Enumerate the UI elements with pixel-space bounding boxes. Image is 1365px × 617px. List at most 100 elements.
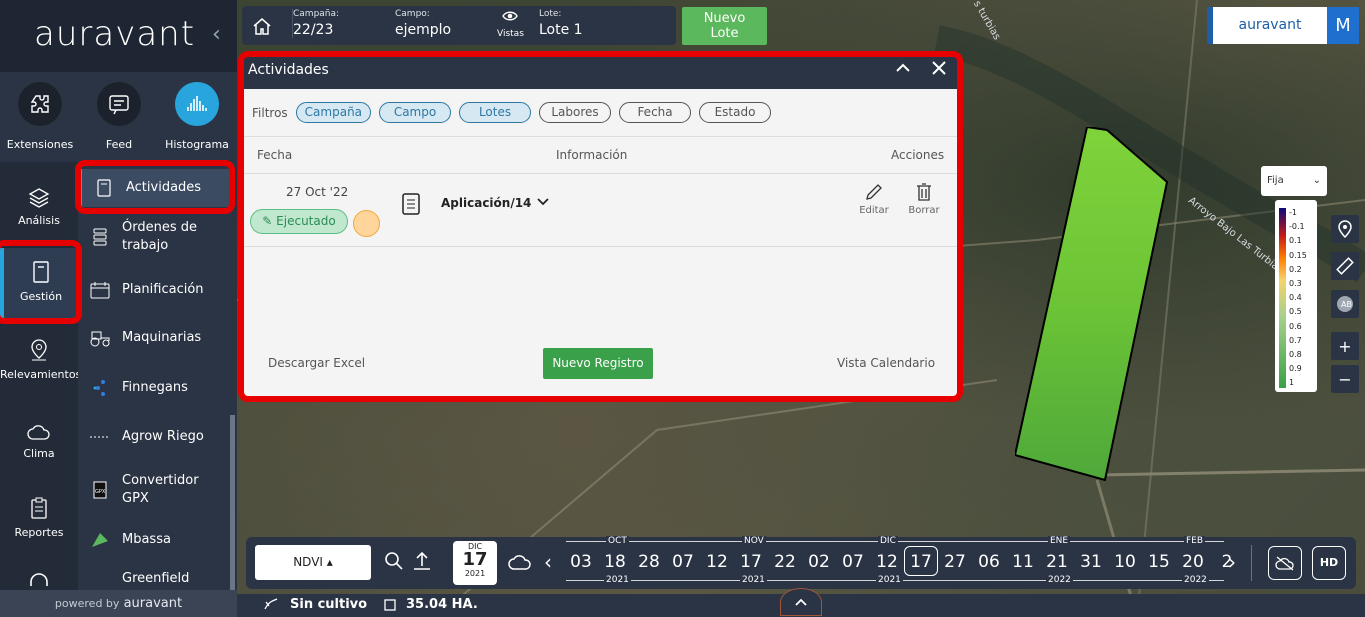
download-excel-link[interactable]: Descargar Excel	[268, 356, 365, 370]
nav-clima[interactable]: Clima	[0, 405, 78, 475]
tool-extensiones[interactable]: Extensiones	[0, 82, 80, 151]
upload-button[interactable]	[412, 550, 432, 576]
submenu-label: Greenfield	[122, 571, 190, 586]
search-button[interactable]	[384, 551, 404, 575]
filter-campo[interactable]: Campo	[379, 102, 452, 123]
hd-toggle[interactable]: HD	[1312, 546, 1346, 580]
activity-name[interactable]: Aplicación/14	[441, 196, 550, 210]
tool-histograma[interactable]: Histograma	[157, 82, 237, 151]
submenu-scrollbar[interactable]	[230, 415, 235, 590]
brand-bar: auravant ‹	[0, 0, 237, 72]
timeline-date[interactable]: 27	[938, 552, 972, 572]
timeline-date[interactable]: 21	[1040, 552, 1074, 572]
submenu-label: Agrow Riego	[122, 429, 204, 444]
campo-selector[interactable]: Campo: ejemplo	[395, 9, 495, 38]
collapse-sidebar-button[interactable]: ‹	[212, 22, 221, 47]
submenu-label: Maquinarias	[122, 330, 202, 345]
legend-tick: -1	[1289, 208, 1297, 217]
histogram-icon	[175, 82, 219, 126]
timeline-date[interactable]: 20	[1176, 552, 1210, 572]
ruler-button[interactable]	[1331, 252, 1359, 280]
zoom-out-button[interactable]: −	[1331, 365, 1359, 393]
filter-lotes[interactable]: Lotes	[459, 102, 532, 123]
timeline-next-button[interactable]: ›	[1228, 550, 1236, 574]
timeline-date[interactable]: 03	[564, 552, 598, 572]
nav-analisis[interactable]: Análisis	[0, 172, 78, 242]
index-selector[interactable]: NDVI ▴	[255, 545, 371, 580]
main-nav: Análisis Gestión Relevamientos Clima Rep…	[0, 162, 82, 590]
status-dot	[353, 210, 380, 237]
filter-labores[interactable]: Labores	[539, 102, 612, 123]
nav-label: Reportes	[14, 526, 64, 539]
tool-feed[interactable]: Feed	[79, 82, 159, 151]
submenu-label: Mbassa	[122, 532, 171, 547]
nav-label: Relevamientos	[0, 368, 82, 381]
delete-button[interactable]: Borrar	[904, 182, 944, 216]
submenu-planificacion[interactable]: Planificación	[78, 272, 230, 308]
nav-reportes[interactable]: Reportes	[0, 484, 78, 554]
submenu-label: Órdenes de trabajo	[122, 220, 197, 253]
new-record-button[interactable]: Nuevo Registro	[543, 348, 653, 379]
edit-button[interactable]: Editar	[854, 182, 894, 216]
nav-gestion[interactable]: Gestión	[0, 248, 78, 318]
submenu-agrow-riego[interactable]: Agrow Riego	[78, 419, 230, 455]
divider	[1251, 545, 1252, 581]
legend-color-bar	[1279, 208, 1286, 388]
timeline-date[interactable]: 07	[666, 552, 700, 572]
expand-panel-button[interactable]	[780, 588, 822, 616]
field-ndvi-polygon[interactable]	[1015, 127, 1170, 482]
mbassa-icon	[78, 531, 122, 549]
nav-relevamientos[interactable]: Relevamientos	[0, 326, 82, 396]
submenu-finnegans[interactable]: Finnegans	[78, 370, 230, 406]
timeline-date[interactable]: 02	[802, 552, 836, 572]
location-pin-button[interactable]	[1331, 215, 1359, 243]
home-button[interactable]	[242, 6, 282, 45]
timeline-date[interactable]: 2	[1210, 552, 1244, 572]
filter-estado[interactable]: Estado	[699, 102, 772, 123]
gpx-icon: GPX	[78, 481, 122, 499]
eye-icon	[502, 11, 519, 21]
timeline-date[interactable]: 07	[836, 552, 870, 572]
submenu-maquinarias[interactable]: Maquinarias	[78, 320, 230, 356]
new-lote-button[interactable]: Nuevo Lote	[682, 7, 767, 45]
lote-selector[interactable]: Lote: Lote 1	[539, 9, 669, 38]
timeline-prev-button[interactable]: ‹	[544, 550, 552, 574]
timeline-date[interactable]: 18	[598, 552, 632, 572]
timeline-date[interactable]: 12	[700, 552, 734, 572]
submenu-convertidor-gpx[interactable]: GPX Convertidor GPX	[78, 470, 230, 510]
collapse-panel-button[interactable]	[894, 56, 912, 84]
layer-compare-button[interactable]: AB	[1331, 290, 1359, 318]
timeline-date[interactable]: 11	[1006, 552, 1040, 572]
cloud-filter-button[interactable]	[508, 552, 534, 576]
campana-selector[interactable]: Campaña: 22/23	[292, 9, 387, 38]
filter-fecha[interactable]: Fecha	[619, 102, 692, 123]
vistas-button[interactable]: Vistas	[497, 10, 524, 39]
legend-mode-select[interactable]: Fija ⌄	[1261, 166, 1327, 196]
timeline-month: FEB	[1184, 536, 1206, 546]
calendar-view-link[interactable]: Vista Calendario	[837, 356, 935, 370]
table-row[interactable]: 27 Oct '22 ✎ Ejecutado Aplicación/14 Edi…	[244, 174, 957, 247]
timeline-date[interactable]: 06	[972, 552, 1006, 572]
date-picker[interactable]: DIC 17 2021	[453, 541, 497, 585]
submenu-greenfield[interactable]: Greenfield	[78, 570, 230, 592]
filter-campana[interactable]: Campaña	[295, 102, 372, 123]
timeline-date[interactable]: 12	[870, 552, 904, 572]
timeline-date[interactable]: 10	[1108, 552, 1142, 572]
cloud-mask-toggle[interactable]	[1268, 546, 1302, 580]
zoom-in-button[interactable]: +	[1331, 332, 1359, 360]
user-avatar[interactable]: M	[1327, 7, 1359, 44]
timeline-date[interactable]: 17	[734, 552, 768, 572]
submenu-ordenes[interactable]: Órdenes de trabajo	[78, 219, 230, 255]
timeline-date[interactable]: 31	[1074, 552, 1108, 572]
timeline-month: OCT	[606, 536, 629, 546]
svg-text:GPX: GPX	[95, 489, 106, 495]
submenu-mbassa[interactable]: Mbassa	[78, 522, 230, 558]
timeline-date[interactable]: 15	[1142, 552, 1176, 572]
activities-panel: Actividades Filtros Campaña Campo Lotes …	[244, 56, 957, 397]
legend-tick: 0.15	[1289, 250, 1307, 260]
submenu-actividades[interactable]: Actividades	[78, 169, 230, 207]
timeline-date[interactable]: 28	[632, 552, 666, 572]
close-panel-button[interactable]	[930, 56, 948, 84]
campana-label: Campaña:	[293, 9, 340, 19]
timeline-date[interactable]: 22	[768, 552, 802, 572]
